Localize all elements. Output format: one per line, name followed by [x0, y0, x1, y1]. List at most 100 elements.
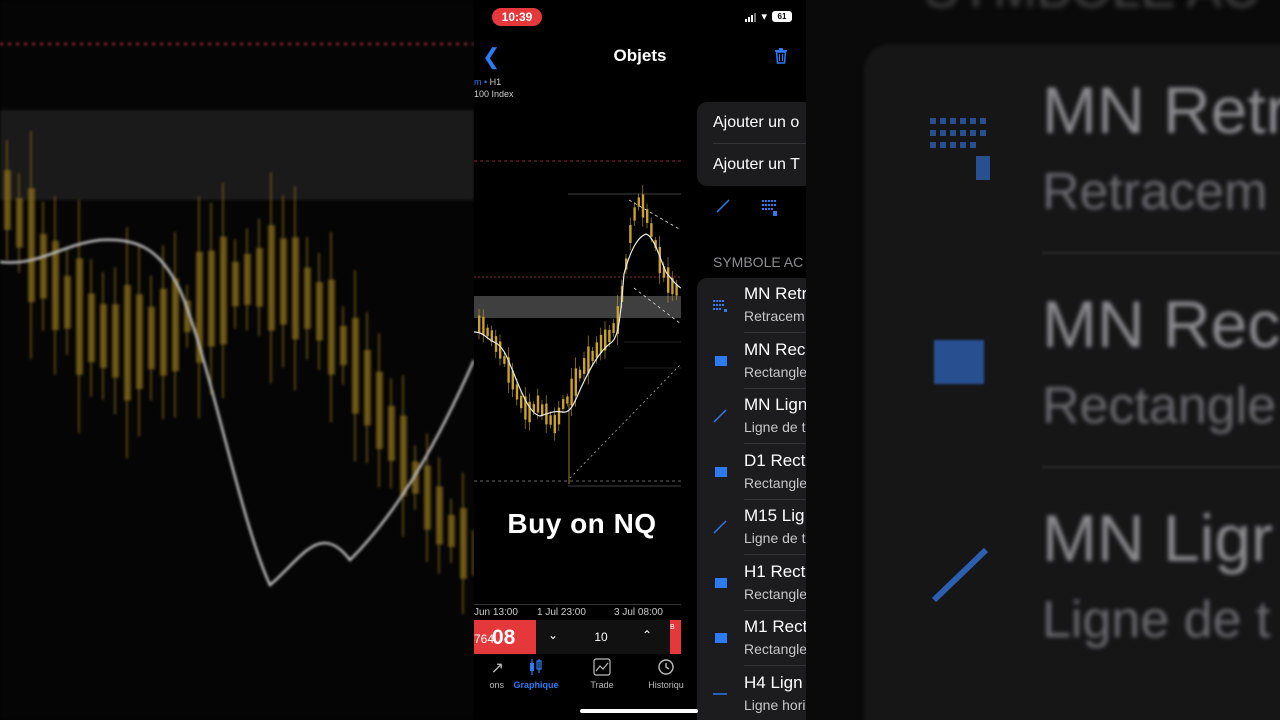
candlesticks	[478, 185, 678, 484]
candle-body	[549, 415, 552, 425]
chart-line-icon	[572, 658, 632, 680]
bg-row-title-2: MN Rec	[1042, 287, 1280, 361]
object-subtitle: Ligne hori	[744, 696, 806, 713]
bg-candle-body	[328, 279, 335, 375]
history-icon	[636, 658, 696, 680]
tab-graphique[interactable]: Graphique	[506, 658, 566, 690]
home-indicator	[580, 709, 698, 713]
bg-candle-body	[448, 514, 455, 547]
bg-candle-body	[460, 508, 467, 579]
object-subtitle: Rectangle	[744, 363, 806, 380]
tool-icons	[715, 198, 779, 216]
object-row[interactable]: M15 Lig Ligne de t	[697, 500, 806, 555]
bg-candle-body	[136, 294, 143, 390]
chart-symbol: m	[474, 77, 482, 87]
bg-candle-body	[352, 318, 359, 414]
fibonacci-icon	[713, 300, 727, 312]
trendline-icon	[713, 409, 727, 423]
chevron-up-icon[interactable]: ⌃	[642, 628, 652, 642]
tab-trade[interactable]: Trade	[572, 658, 632, 690]
candle-body	[482, 316, 485, 336]
object-title: MN Retr	[744, 284, 806, 303]
tab-label: Graphique	[513, 680, 559, 690]
rectangle-icon	[715, 577, 727, 588]
trendline-icon	[713, 520, 727, 534]
bg-row-title-3: MN Ligr	[1042, 501, 1274, 575]
chart-header: m • H1 100 Index	[474, 76, 514, 100]
object-row[interactable]: D1 Rect Rectangle	[697, 445, 806, 500]
bg-candle-body	[304, 267, 311, 329]
section-header: SYMBOLE AC	[713, 254, 804, 270]
bg-candle-body	[316, 282, 323, 341]
bg-candle-body	[28, 188, 35, 303]
bg-candle-body	[64, 275, 71, 329]
object-row[interactable]: MN Retr Retracem	[697, 278, 806, 333]
objects-panel: Ajouter un o Ajouter un T SYMBOLE AC MN …	[697, 74, 806, 720]
bg-candle-body	[376, 371, 383, 449]
object-row[interactable]: MN Lign Ligne de t	[697, 389, 806, 444]
battery-icon: 61	[772, 11, 792, 22]
bg-candles	[4, 131, 474, 615]
object-row[interactable]: M1 Rect Rectangle	[697, 611, 806, 666]
candle-body	[570, 378, 573, 406]
background-chart-svg	[0, 43, 474, 615]
bg-zone	[0, 110, 474, 200]
candle-body	[562, 399, 565, 409]
candle-body	[478, 315, 481, 333]
bg-row-subtitle-3: Ligne de t	[1042, 591, 1271, 649]
add-object-button[interactable]: Ajouter un o	[713, 114, 799, 132]
candle-body	[637, 197, 640, 207]
trade-bar: 764. 08 ⌄ 10 ⌃ B	[474, 620, 681, 654]
tab-label: Trade	[590, 680, 614, 690]
candle-body	[629, 224, 632, 244]
volume-value[interactable]: 10	[586, 630, 616, 644]
object-row[interactable]: H1 Rect Rectangle	[697, 556, 806, 611]
tab-historique[interactable]: Historiqu	[636, 658, 696, 690]
candle-body	[536, 395, 540, 413]
trendline-tool-icon[interactable]	[715, 198, 731, 214]
tab-label: Historiqu	[648, 680, 684, 690]
bg-candle-body	[160, 288, 167, 376]
chevron-left-icon[interactable]: ❮	[482, 44, 500, 70]
sell-price-main: 08	[492, 626, 516, 649]
arrow-icon: ↗	[490, 660, 504, 677]
tab-label: ons	[489, 680, 504, 690]
bg-candle-body	[340, 325, 347, 366]
add-template-button[interactable]: Ajouter un T	[713, 156, 800, 174]
candle-body	[608, 329, 611, 343]
bg-candle-body	[364, 349, 371, 426]
status-bar: 10:39 ▾ 61	[474, 0, 806, 34]
buy-button[interactable]: B	[670, 620, 681, 654]
x-label-1: Jun 13:00	[474, 607, 518, 618]
sell-button[interactable]: 764. 08	[474, 620, 536, 654]
object-row[interactable]: MN Rec Rectangle	[697, 334, 806, 389]
tab-positions[interactable]: ↗ ons	[474, 658, 504, 690]
navigation-bar: ❮ Objets	[474, 34, 806, 76]
object-subtitle: Rectangle	[744, 641, 806, 657]
candle-body	[650, 223, 653, 237]
candle-body	[633, 207, 636, 221]
candle-body	[646, 209, 649, 223]
candle-body	[557, 407, 561, 425]
trendline-icon	[931, 547, 989, 603]
bg-candle-body	[112, 304, 119, 378]
chart-timeframe: H1	[489, 77, 502, 87]
trendline-upper	[628, 199, 681, 231]
object-subtitle: Ligne de t	[744, 419, 806, 435]
object-subtitle: Rectangle	[744, 585, 806, 602]
bg-row-subtitle-1: Retracem	[1042, 163, 1268, 221]
candle-body	[641, 194, 645, 218]
trendline-diagonal	[569, 363, 681, 479]
object-row[interactable]: H4 Lign Ligne hori	[697, 667, 806, 720]
supply-zone	[474, 296, 681, 318]
phone-screen: 10:39 ▾ 61 ❮ Objets m • H1 100 Index Buy…	[474, 0, 806, 720]
candle-body	[599, 334, 603, 354]
fibonacci-tool-icon[interactable]	[761, 198, 779, 216]
rectangle-icon	[934, 340, 984, 384]
bg-candle-body	[16, 198, 23, 248]
rectangle-icon	[715, 466, 727, 477]
status-time: 10:39	[492, 8, 542, 26]
trash-icon[interactable]	[774, 48, 788, 68]
bg-candle-body	[208, 250, 215, 347]
chevron-down-icon[interactable]: ⌄	[548, 628, 558, 642]
